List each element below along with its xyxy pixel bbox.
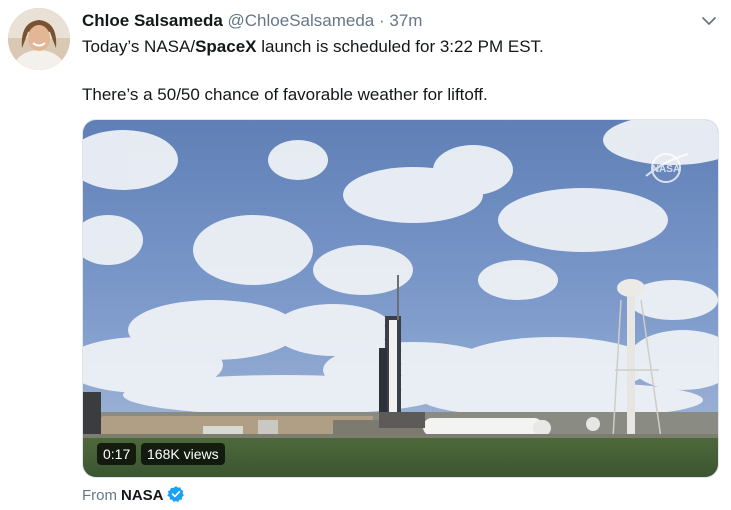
nasa-watermark-icon: NASA bbox=[644, 150, 690, 186]
verified-badge-icon bbox=[166, 485, 185, 503]
nasa-watermark-text: NASA bbox=[652, 164, 680, 175]
video-views-badge: 168K views bbox=[141, 443, 225, 465]
tweet-text-bold-segment: SpaceX bbox=[195, 37, 257, 56]
tweet-text: Today’s NASA/SpaceX launch is scheduled … bbox=[82, 35, 712, 107]
video-frame bbox=[83, 120, 718, 477]
video-duration-badge: 0:17 bbox=[97, 443, 137, 465]
separator-dot: · bbox=[378, 11, 385, 30]
author-handle[interactable]: @ChloeSalsameda bbox=[228, 11, 375, 30]
tweet-timestamp[interactable]: 37m bbox=[389, 11, 422, 30]
tweet-header: Chloe Salsameda @ChloeSalsameda · 37m bbox=[82, 10, 422, 32]
tweet-text-segment: Today’s NASA/ bbox=[82, 37, 196, 56]
video-player[interactable]: NASA 0:17 168K views bbox=[82, 119, 719, 478]
author-name[interactable]: Chloe Salsameda bbox=[82, 11, 223, 30]
source-link[interactable]: NASA bbox=[121, 487, 164, 504]
avatar[interactable] bbox=[8, 8, 70, 70]
tweet-text-segment: launch is scheduled for 3:22 PM EST. bbox=[256, 37, 544, 56]
chevron-down-icon[interactable] bbox=[698, 10, 720, 32]
tweet-text-line-1: Today’s NASA/SpaceX launch is scheduled … bbox=[82, 35, 712, 59]
tweet-text-line-2: There’s a 50/50 chance of favorable weat… bbox=[82, 85, 488, 104]
from-label: From bbox=[82, 487, 117, 504]
media-source: From NASA bbox=[82, 485, 185, 507]
